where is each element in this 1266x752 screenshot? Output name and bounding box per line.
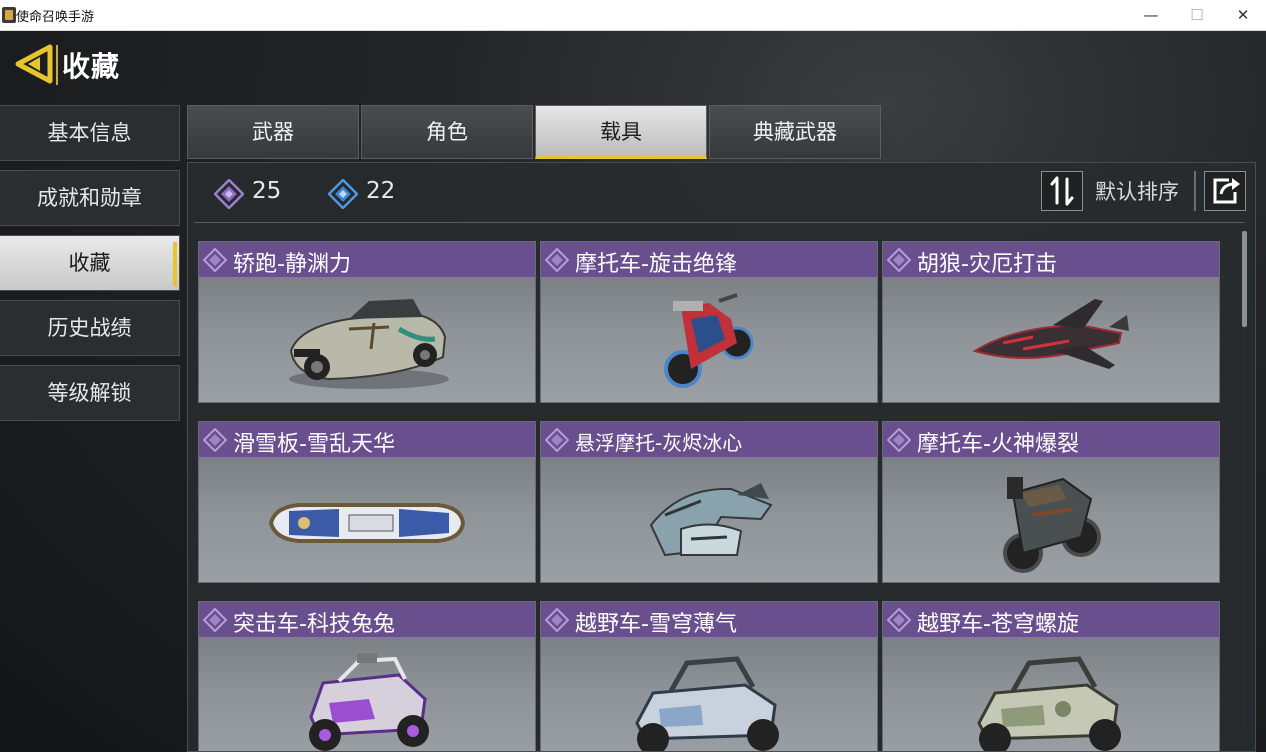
scrollbar[interactable] xyxy=(1242,231,1247,731)
vehicle-name: 摩托车-旋击绝锋 xyxy=(575,252,737,277)
vehicle-name: 越野车-雪穹薄气 xyxy=(575,612,737,637)
vehicle-card-header: 胡狼-灾厄打击 xyxy=(883,242,1219,278)
header-divider xyxy=(56,45,58,85)
sports-car-image xyxy=(289,299,449,389)
rarity-diamond-icon xyxy=(887,608,911,632)
sidebar-item-level-unlock[interactable]: 等级解锁 xyxy=(0,365,180,421)
dark-motorbike-image xyxy=(1003,477,1101,573)
vehicle-name: 胡狼-灾厄打击 xyxy=(917,252,1057,277)
sidebar-item-label: 历史战绩 xyxy=(47,316,132,340)
close-button[interactable]: ✕ xyxy=(1220,0,1266,31)
vehicle-card[interactable]: 越野车-苍穹螺旋 xyxy=(882,601,1220,751)
vehicle-card-header: 摩托车-旋击绝锋 xyxy=(541,242,877,278)
vehicle-card[interactable]: 悬浮摩托-灰烬冰心 xyxy=(540,421,878,583)
rarity-diamond-icon xyxy=(203,248,227,272)
chevron-left-icon xyxy=(15,44,53,84)
rarity-diamond-icon xyxy=(545,248,569,272)
sort-button[interactable] xyxy=(1041,171,1083,211)
tab-weapons[interactable]: 武器 xyxy=(187,105,359,159)
snowboard-image xyxy=(268,503,466,543)
purple-diamond-icon xyxy=(214,179,244,209)
share-icon xyxy=(1213,178,1240,204)
vehicle-name: 越野车-苍穹螺旋 xyxy=(917,612,1079,637)
window-title: 使命召唤手游 xyxy=(16,10,95,25)
tab-legendary-weapons[interactable]: 典藏武器 xyxy=(709,105,881,159)
sidebar-item-collection[interactable]: 收藏 xyxy=(0,235,180,291)
game-area: 收藏 基本信息 成就和勋章 收藏 历史战绩 等级解锁 武器 角色 载具 典藏武器 xyxy=(0,31,1266,752)
vehicle-name: 摩托车-火神爆裂 xyxy=(917,432,1079,457)
purple-buggy-image xyxy=(309,653,429,751)
rarity-diamond-icon xyxy=(545,428,569,452)
back-button[interactable] xyxy=(14,43,56,85)
hoverbike-image xyxy=(649,483,773,557)
rarity-diamond-icon xyxy=(203,428,227,452)
panel-divider xyxy=(194,222,1244,223)
sort-label[interactable]: 默认排序 xyxy=(1095,176,1179,206)
vehicle-card-header: 滑雪板-雪乱天华 xyxy=(199,422,535,458)
vehicle-card-header: 越野车-苍穹螺旋 xyxy=(883,602,1219,638)
blue-count: 22 xyxy=(366,178,396,204)
rarity-diamond-icon xyxy=(887,428,911,452)
motorbike-image xyxy=(664,293,754,388)
vehicle-card-header: 悬浮摩托-灰烬冰心 xyxy=(541,422,877,458)
category-tabs: 武器 角色 载具 典藏武器 xyxy=(187,105,887,159)
vehicle-name: 突击车-科技兔兔 xyxy=(233,612,395,637)
sidebar-item-label: 成就和勋章 xyxy=(37,186,142,210)
tab-vehicles[interactable]: 载具 xyxy=(535,105,707,159)
sidebar-item-history[interactable]: 历史战绩 xyxy=(0,300,180,356)
vehicle-card-header: 摩托车-火神爆裂 xyxy=(883,422,1219,458)
rarity-diamond-icon xyxy=(887,248,911,272)
toolbar-divider xyxy=(1194,171,1196,211)
vehicle-card[interactable]: 越野车-雪穹薄气 xyxy=(540,601,878,751)
vehicle-card[interactable]: 胡狼-灾厄打击 xyxy=(882,241,1220,403)
vehicle-card[interactable]: 摩托车-旋击绝锋 xyxy=(540,241,878,403)
camo-buggy-image xyxy=(977,656,1121,751)
vehicle-card[interactable]: 摩托车-火神爆裂 xyxy=(882,421,1220,583)
window-titlebar: 使命召唤手游 — ☐ ✕ xyxy=(0,0,1266,31)
jet-image xyxy=(972,299,1129,369)
collection-panel: 25 22 默认排序 轿跑-静渊力 摩托车-旋击绝锋 胡狼-灾厄打击 滑雪板-雪… xyxy=(187,162,1256,752)
tab-characters[interactable]: 角色 xyxy=(361,105,533,159)
blue-buggy-image xyxy=(635,656,779,751)
sidebar-item-label: 基本信息 xyxy=(47,121,132,145)
purple-count: 25 xyxy=(252,178,282,204)
sidebar-item-label: 收藏 xyxy=(68,251,111,275)
blue-diamond-icon xyxy=(328,179,358,209)
vehicle-card[interactable]: 突击车-科技兔兔 xyxy=(198,601,536,751)
scroll-thumb[interactable] xyxy=(1242,231,1247,327)
vehicle-card-header: 突击车-科技兔兔 xyxy=(199,602,535,638)
vehicle-name: 悬浮摩托-灰烬冰心 xyxy=(575,431,743,455)
minimize-button[interactable]: — xyxy=(1128,0,1174,31)
maximize-button[interactable]: ☐ xyxy=(1174,0,1220,31)
sidebar-item-basic-info[interactable]: 基本信息 xyxy=(0,105,180,161)
vehicle-card[interactable]: 轿跑-静渊力 xyxy=(198,241,536,403)
sort-arrows-icon xyxy=(1050,176,1074,206)
vehicle-name: 轿跑-静渊力 xyxy=(233,252,351,277)
vehicle-name: 滑雪板-雪乱天华 xyxy=(233,432,395,457)
rarity-diamond-icon xyxy=(203,608,227,632)
vehicle-card-header: 越野车-雪穹薄气 xyxy=(541,602,877,638)
rarity-diamond-icon xyxy=(545,608,569,632)
vehicle-card-header: 轿跑-静渊力 xyxy=(199,242,535,278)
sidebar-item-label: 等级解锁 xyxy=(47,381,132,405)
page-title: 收藏 xyxy=(62,50,121,83)
share-button[interactable] xyxy=(1204,171,1246,211)
sidebar-item-achievements[interactable]: 成就和勋章 xyxy=(0,170,180,226)
vehicle-grid: 轿跑-静渊力 摩托车-旋击绝锋 胡狼-灾厄打击 滑雪板-雪乱天华 悬浮摩托-灰烬… xyxy=(198,241,1238,751)
app-icon xyxy=(2,7,16,23)
vehicle-card[interactable]: 滑雪板-雪乱天华 xyxy=(198,421,536,583)
